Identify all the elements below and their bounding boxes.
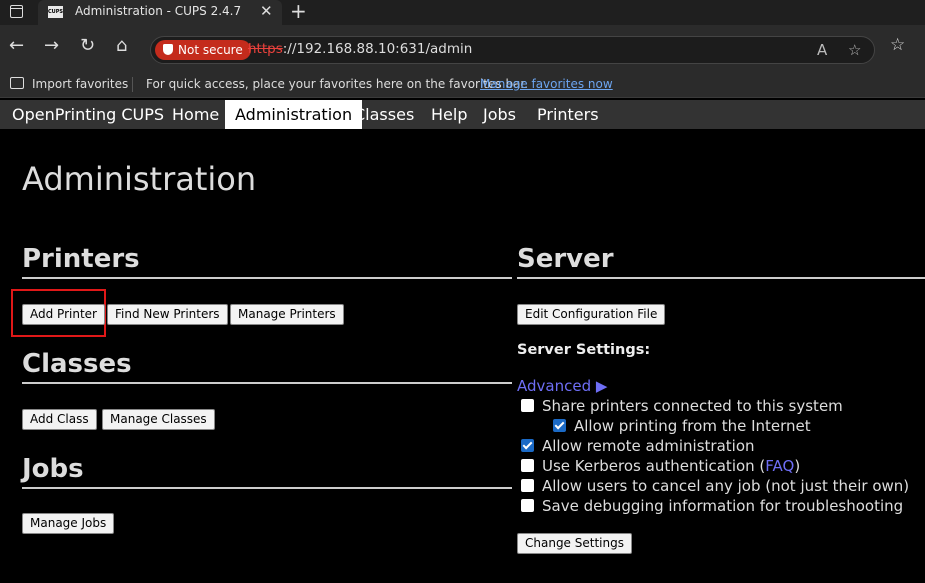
- new-tab-icon[interactable]: +: [290, 0, 307, 23]
- add-printer-button[interactable]: Add Printer: [22, 304, 105, 325]
- share-printers-label: Share printers connected to this system: [542, 397, 843, 415]
- manage-classes-button[interactable]: Manage Classes: [102, 409, 215, 430]
- jobs-divider: [22, 487, 512, 489]
- debug-logging-label: Save debugging information for troublesh…: [542, 497, 904, 515]
- nav-classes[interactable]: Classes: [344, 100, 424, 129]
- server-divider: [517, 277, 925, 279]
- nav-printers[interactable]: Printers: [527, 100, 609, 129]
- kerberos-label-suffix: ): [794, 457, 801, 475]
- cancel-any-job-option[interactable]: Allow users to cancel any job (not just …: [521, 476, 909, 496]
- page-title: Administration: [22, 160, 257, 198]
- add-class-button[interactable]: Add Class: [22, 409, 97, 430]
- printers-divider: [22, 277, 512, 279]
- star-icon[interactable]: ☆: [848, 41, 861, 59]
- jobs-heading: Jobs: [22, 454, 84, 484]
- cups-favicon-icon: CUPS: [48, 6, 63, 18]
- find-new-printers-button[interactable]: Find New Printers: [107, 304, 228, 325]
- kerberos-option[interactable]: Use Kerberos authentication (FAQ): [521, 456, 800, 476]
- url-field[interactable]: Not secure https://192.168.88.10:631/adm…: [150, 36, 875, 64]
- classes-heading: Classes: [22, 349, 132, 379]
- share-printers-option[interactable]: Share printers connected to this system: [521, 396, 843, 416]
- manage-printers-button[interactable]: Manage Printers: [230, 304, 344, 325]
- debug-logging-checkbox[interactable]: [521, 499, 534, 512]
- faq-link[interactable]: FAQ: [765, 457, 794, 475]
- favorites-bar: Import favorites For quick access, place…: [0, 73, 925, 98]
- cancel-any-job-checkbox[interactable]: [521, 479, 534, 492]
- printers-heading: Printers: [22, 244, 140, 274]
- share-printers-checkbox[interactable]: [521, 399, 534, 412]
- cups-nav: OpenPrinting CUPS Home Administration Cl…: [0, 100, 925, 129]
- home-icon[interactable]: ⌂: [116, 35, 127, 56]
- url-scheme: https: [248, 41, 283, 57]
- allow-internet-printing-label: Allow printing from the Internet: [574, 417, 811, 435]
- address-bar: ← → ↻ ⌂ Not secure https://192.168.88.10…: [0, 25, 925, 73]
- read-aloud-icon[interactable]: A: [817, 41, 827, 59]
- tab-actions-icon[interactable]: [10, 5, 23, 18]
- favorites-hint: For quick access, place your favorites h…: [146, 77, 529, 91]
- classes-divider: [22, 382, 512, 384]
- kerberos-label: Use Kerberos authentication (: [542, 457, 766, 475]
- change-settings-button[interactable]: Change Settings: [517, 533, 632, 554]
- remote-admin-label: Allow remote administration: [542, 437, 755, 455]
- import-icon: [10, 77, 24, 89]
- browser-tab-strip: CUPS Administration - CUPS 2.4.7 ✕ +: [0, 0, 925, 25]
- nav-openprinting-cups[interactable]: OpenPrinting CUPS: [2, 100, 174, 129]
- remote-admin-checkbox[interactable]: [521, 439, 534, 452]
- refresh-icon[interactable]: ↻: [80, 35, 95, 56]
- back-arrow-icon[interactable]: ←: [9, 35, 24, 56]
- nav-administration[interactable]: Administration: [225, 100, 363, 129]
- nav-home[interactable]: Home: [162, 100, 229, 129]
- shield-icon: [163, 44, 173, 55]
- remote-admin-option[interactable]: Allow remote administration: [521, 436, 755, 456]
- allow-internet-printing-checkbox[interactable]: [553, 419, 566, 432]
- manage-jobs-button[interactable]: Manage Jobs: [22, 513, 115, 534]
- cancel-any-job-label: Allow users to cancel any job (not just …: [542, 477, 910, 495]
- advanced-toggle-link[interactable]: Advanced ▶: [517, 377, 607, 395]
- nav-jobs[interactable]: Jobs: [473, 100, 526, 129]
- tab-title: Administration - CUPS 2.4.7: [75, 4, 242, 18]
- debug-logging-option[interactable]: Save debugging information for troublesh…: [521, 496, 903, 516]
- edit-configuration-file-button[interactable]: Edit Configuration File: [517, 304, 666, 325]
- nav-help[interactable]: Help: [421, 100, 477, 129]
- browser-tab[interactable]: CUPS Administration - CUPS 2.4.7 ✕: [38, 0, 282, 25]
- kerberos-checkbox[interactable]: [521, 459, 534, 472]
- import-favorites-button[interactable]: Import favorites: [32, 77, 128, 91]
- not-secure-badge[interactable]: Not secure: [155, 40, 251, 60]
- divider: [132, 77, 133, 92]
- allow-internet-printing-option[interactable]: Allow printing from the Internet: [553, 416, 811, 436]
- favorites-icon[interactable]: ☆: [890, 35, 905, 55]
- url-text[interactable]: https://192.168.88.10:631/admin: [248, 41, 472, 57]
- forward-arrow-icon[interactable]: →: [44, 35, 59, 56]
- manage-favorites-link[interactable]: Manage favorites now: [480, 77, 613, 91]
- server-settings-label: Server Settings:: [517, 342, 651, 358]
- server-heading: Server: [517, 244, 614, 274]
- close-tab-icon[interactable]: ✕: [260, 2, 273, 20]
- url-path: ://192.168.88.10:631/admin: [282, 41, 473, 57]
